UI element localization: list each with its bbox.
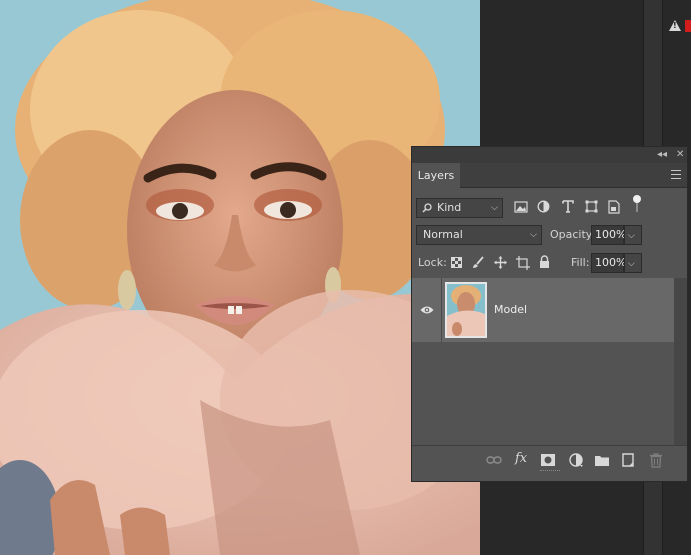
layers-scrollbar[interactable] <box>674 278 687 458</box>
opacity-input[interactable]: 100% <box>591 225 627 245</box>
filter-toggle-switch[interactable] <box>633 195 641 213</box>
type-filter-icon[interactable] <box>562 200 574 213</box>
filter-kind-dropdown[interactable]: Kind ⌵ <box>416 198 503 218</box>
chevron-down-icon: ⌵ <box>530 230 537 240</box>
panel-title-bar[interactable]: ◂◂ ✕ <box>412 147 687 163</box>
chevron-down-icon: ⌵ <box>491 203 498 213</box>
lock-position-icon[interactable] <box>494 256 507 269</box>
chevron-down-icon: ⌵ <box>628 231 635 241</box>
fill-value: 100% <box>595 256 627 269</box>
layer-name[interactable]: Model <box>494 278 527 342</box>
smart-object-filter-icon[interactable] <box>608 200 620 214</box>
lock-artboard-icon[interactable] <box>516 256 530 270</box>
lock-label: Lock: <box>418 256 447 269</box>
panel-menu-icon[interactable] <box>671 170 681 179</box>
document-canvas[interactable] <box>0 0 480 555</box>
new-layer-icon[interactable] <box>620 452 636 468</box>
warning-icon <box>669 20 681 31</box>
blend-mode-dropdown[interactable]: Normal ⌵ <box>416 225 542 245</box>
delete-layer-icon[interactable] <box>648 452 664 468</box>
panel-tab-bar: Layers <box>412 163 687 188</box>
color-warning[interactable] <box>667 19 691 39</box>
blend-mode-value: Normal <box>423 228 463 241</box>
lock-image-pixels-icon[interactable] <box>472 256 484 269</box>
opacity-value: 100% <box>595 228 627 241</box>
fill-input[interactable]: 100% <box>591 253 627 273</box>
visibility-toggle[interactable] <box>412 278 442 342</box>
adjustment-filter-icon[interactable] <box>537 200 550 213</box>
panel-bottom-toolbar: fx <box>412 445 687 473</box>
new-group-icon[interactable] <box>594 452 610 468</box>
fill-slider-toggle[interactable]: ⌵ <box>624 253 642 273</box>
layers-list: Model <box>412 278 687 458</box>
fx-icon[interactable]: fx <box>515 451 531 467</box>
opacity-slider-toggle[interactable]: ⌵ <box>624 225 642 245</box>
layer-thumbnail[interactable] <box>445 282 487 338</box>
image-filter-icon[interactable] <box>514 201 528 213</box>
lock-all-icon[interactable] <box>539 255 550 269</box>
fill-label: Fill: <box>571 256 590 269</box>
chevron-down-icon: ⌵ <box>628 259 635 269</box>
filter-kind-label: Kind <box>437 201 462 214</box>
search-icon <box>422 203 432 213</box>
layer-row-model[interactable]: Model <box>412 278 674 342</box>
eye-icon <box>420 306 434 314</box>
warning-swatch <box>685 20 691 32</box>
shape-filter-icon[interactable] <box>585 200 598 213</box>
collapse-panel-icon[interactable]: ◂◂ <box>657 149 667 161</box>
panel-resize-grip[interactable] <box>540 470 560 473</box>
link-layers-icon[interactable] <box>486 452 502 468</box>
tab-layers[interactable]: Layers <box>412 163 460 188</box>
portrait-image <box>0 0 480 555</box>
layer-thumbnail-image <box>447 284 485 336</box>
close-panel-icon[interactable]: ✕ <box>676 149 684 161</box>
layers-panel: ◂◂ ✕ Layers Kind ⌵ Normal ⌵ Opacity: 100… <box>411 146 688 482</box>
lock-transparent-pixels-icon[interactable] <box>451 257 462 268</box>
opacity-label: Opacity: <box>550 228 596 241</box>
add-mask-icon[interactable] <box>540 452 556 468</box>
new-adjustment-icon[interactable] <box>568 452 584 468</box>
